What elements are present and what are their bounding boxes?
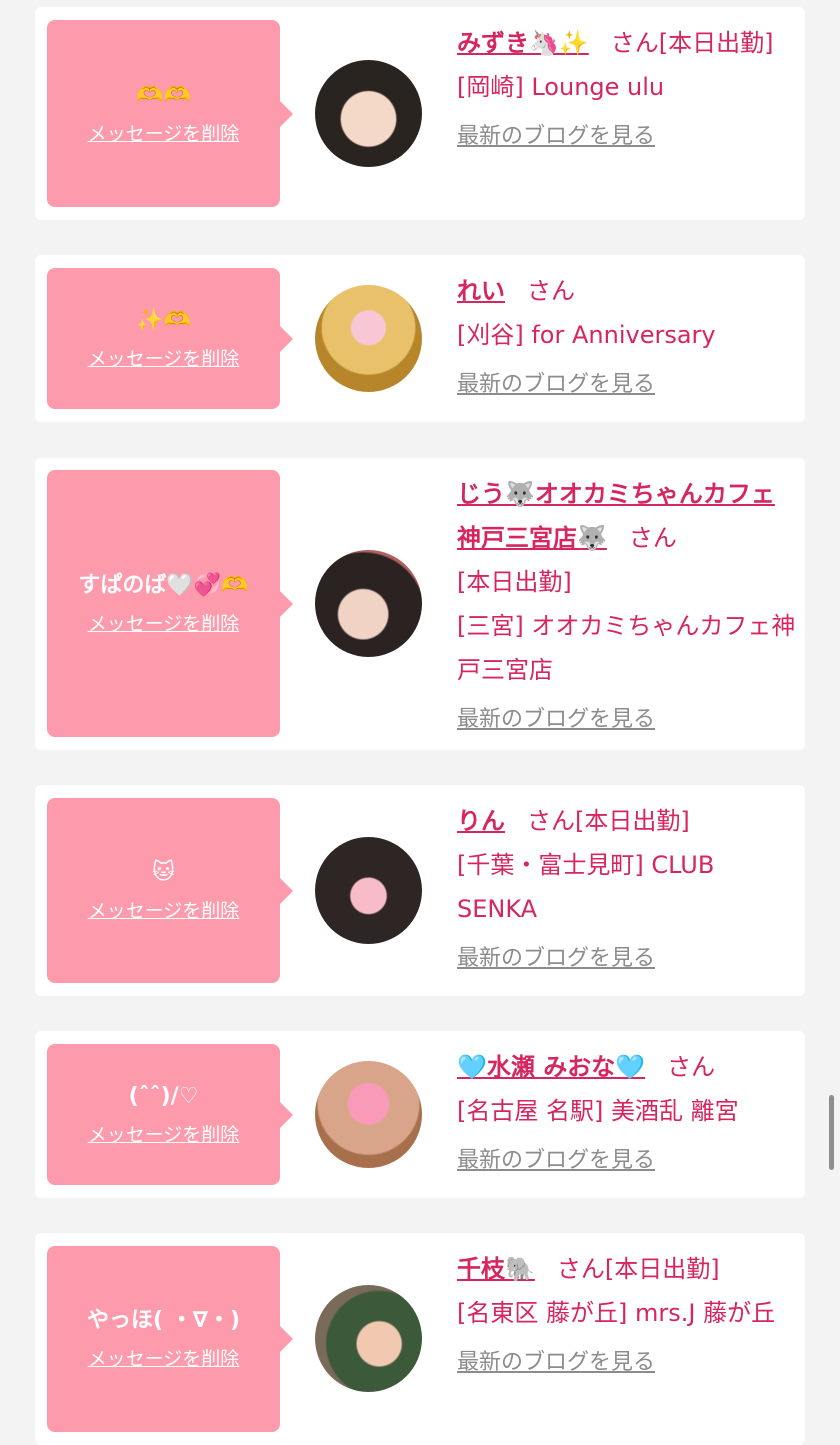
- honorific: さん: [610, 29, 659, 57]
- honorific: さん: [527, 277, 575, 305]
- shop-text: [三宮] オオカミちゃんカフェ神戸三宮店: [457, 612, 796, 684]
- latest-blog-link[interactable]: 最新のブログを見る: [457, 1345, 655, 1381]
- message-text: ✨🫶: [136, 307, 191, 333]
- message-bubble: すぱのば🤍💞🫶 メッセージを削除: [47, 470, 293, 737]
- profile-info: 千枝🐘 さん[本日出勤] [名東区 藤が丘] mrs.J 藤が丘 最新のブログを見…: [457, 1247, 797, 1383]
- profile-name-link[interactable]: 🩵水瀬 みおな🩵: [457, 1053, 645, 1081]
- profile-info: りん さん[本日出勤] [千葉・富士見町] CLUB SENKA 最新のブログを見…: [457, 799, 797, 979]
- shop-text: [千葉・富士見町] CLUB SENKA: [457, 851, 715, 923]
- message-text: 🫶🫶: [136, 82, 191, 108]
- latest-blog-link[interactable]: 最新のブログを見る: [457, 702, 655, 738]
- profile-info: れい さん [刈谷] for Anniversary 最新のブログを見る: [457, 269, 797, 405]
- status-text: [本日出勤]: [575, 807, 690, 835]
- message-text: (ˆˆ)/♡: [128, 1083, 199, 1109]
- list-item: (ˆˆ)/♡ メッセージを削除 🩵水瀬 みおな🩵 さん [名古屋 名駅] 美酒乱 …: [35, 1031, 805, 1198]
- message-bubble: 🐱 メッセージを削除: [47, 798, 293, 983]
- message-list: 🫶🫶 メッセージを削除 みずき🦄✨ さん[本日出勤] [岡崎] Lounge ul…: [0, 0, 840, 1445]
- list-item: すぱのば🤍💞🫶 メッセージを削除 じう🐺オオカミちゃんカフェ神戸三宮店🐺 さん […: [35, 458, 805, 750]
- delete-message-link[interactable]: メッセージを削除: [88, 1346, 240, 1372]
- honorific: さん: [527, 807, 575, 835]
- list-item: やっほ( ・∇・) メッセージを削除 千枝🐘 さん[本日出勤] [名東区 藤が丘]…: [35, 1233, 805, 1445]
- profile-name-link[interactable]: じう🐺オオカミちゃんカフェ神戸三宮店🐺: [457, 480, 775, 552]
- status-text: [本日出勤]: [658, 29, 774, 57]
- list-item: 🐱 メッセージを削除 りん さん[本日出勤] [千葉・富士見町] CLUB SEN…: [35, 785, 805, 996]
- delete-message-link[interactable]: メッセージを削除: [88, 611, 240, 637]
- message-bubble: やっほ( ・∇・) メッセージを削除: [47, 1246, 293, 1432]
- avatar[interactable]: [315, 285, 422, 392]
- status-text: [本日出勤]: [457, 568, 572, 596]
- message-text: すぱのば🤍💞🫶: [78, 572, 249, 598]
- delete-message-link[interactable]: メッセージを削除: [88, 1122, 240, 1148]
- message-text: 🐱: [152, 859, 175, 885]
- list-item: ✨🫶 メッセージを削除 れい さん [刈谷] for Anniversary 最新…: [35, 255, 805, 422]
- avatar[interactable]: [315, 60, 422, 167]
- profile-name-link[interactable]: 千枝🐘: [457, 1255, 535, 1283]
- avatar[interactable]: [315, 1061, 422, 1168]
- latest-blog-link[interactable]: 最新のブログを見る: [457, 119, 655, 155]
- scrollbar[interactable]: [829, 1095, 834, 1170]
- message-text: やっほ( ・∇・): [86, 1308, 241, 1333]
- honorific: さん: [556, 1255, 605, 1283]
- honorific: さん: [628, 524, 677, 552]
- profile-info: じう🐺オオカミちゃんカフェ神戸三宮店🐺 さん [本日出勤] [三宮] オオカミちゃ…: [457, 472, 797, 740]
- shop-text: [岡崎] Lounge ulu: [457, 73, 665, 101]
- delete-message-link[interactable]: メッセージを削除: [88, 346, 240, 372]
- profile-info: 🩵水瀬 みおな🩵 さん [名古屋 名駅] 美酒乱 離宮 最新のブログを見る: [457, 1045, 797, 1181]
- shop-text: [刈谷] for Anniversary: [457, 321, 716, 349]
- status-text: [本日出勤]: [604, 1255, 720, 1283]
- shop-text: [名東区 藤が丘] mrs.J 藤が丘: [457, 1299, 776, 1327]
- message-bubble: (ˆˆ)/♡ メッセージを削除: [47, 1044, 293, 1185]
- profile-name-link[interactable]: れい: [457, 277, 505, 305]
- message-bubble: ✨🫶 メッセージを削除: [47, 268, 293, 409]
- avatar[interactable]: [315, 550, 422, 657]
- latest-blog-link[interactable]: 最新のブログを見る: [457, 367, 655, 403]
- message-bubble: 🫶🫶 メッセージを削除: [47, 20, 293, 207]
- avatar[interactable]: [315, 837, 422, 944]
- profile-info: みずき🦄✨ さん[本日出勤] [岡崎] Lounge ulu 最新のブログを見る: [457, 21, 797, 157]
- delete-message-link[interactable]: メッセージを削除: [88, 121, 240, 147]
- honorific: さん: [667, 1053, 716, 1081]
- avatar[interactable]: [315, 1285, 422, 1392]
- latest-blog-link[interactable]: 最新のブログを見る: [457, 1143, 655, 1179]
- list-item: 🫶🫶 メッセージを削除 みずき🦄✨ さん[本日出勤] [岡崎] Lounge ul…: [35, 7, 805, 220]
- profile-name-link[interactable]: みずき🦄✨: [457, 29, 589, 57]
- latest-blog-link[interactable]: 最新のブログを見る: [457, 941, 655, 977]
- delete-message-link[interactable]: メッセージを削除: [88, 898, 240, 924]
- shop-text: [名古屋 名駅] 美酒乱 離宮: [457, 1097, 739, 1125]
- profile-name-link[interactable]: りん: [457, 807, 505, 835]
